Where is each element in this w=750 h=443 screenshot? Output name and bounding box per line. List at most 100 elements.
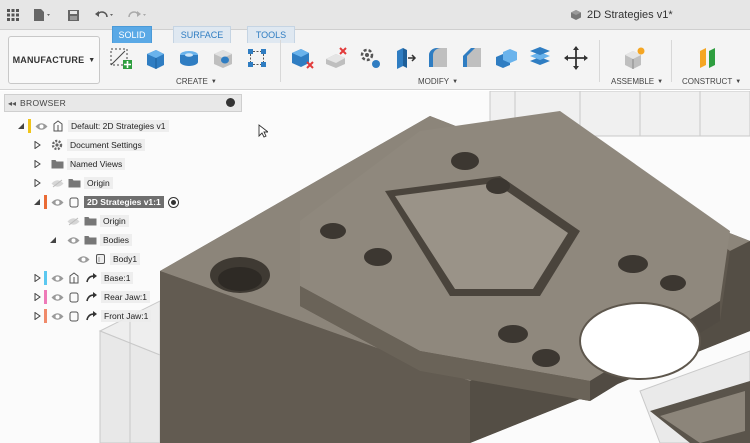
eye-icon[interactable] [50,271,64,285]
offset-plane-icon [700,48,715,68]
tree-item-label: Rear Jaw:1 [101,291,150,303]
link-arrow-icon [84,271,98,285]
combine-button[interactable] [492,44,520,72]
activate-radio-icon[interactable] [167,196,179,208]
tree-item-rear-jaw[interactable]: Rear Jaw:1 [32,288,150,306]
tree-item-bodies[interactable]: Bodies [48,231,132,249]
expanded-triangle-icon[interactable] [16,121,26,131]
color-bar [44,290,47,304]
chevron-down-icon: ▼ [735,78,742,85]
collapsed-triangle-icon[interactable] [32,273,42,283]
tree-item-label: Front Jaw:1 [101,310,152,322]
change-parameters-button[interactable] [356,44,384,72]
eye-icon[interactable] [50,195,64,209]
assemble-group-text: ASSEMBLE [611,77,655,86]
collapsed-triangle-icon[interactable] [32,292,42,302]
workspace-switcher[interactable]: MANUFACTURE ▼ [8,36,100,84]
save-icon[interactable] [64,5,82,25]
ribbon-divider [671,40,672,82]
expanded-triangle-icon[interactable] [48,235,58,245]
chevron-down-icon: ▼ [452,78,459,85]
ribbon-divider [280,40,281,82]
link-arrow-icon [84,290,98,304]
eye-icon[interactable] [50,309,64,323]
chevron-down-icon: ▼ [210,78,217,85]
folder-icon [67,176,81,190]
collapsed-triangle-icon[interactable] [32,140,42,150]
pin-panel-icon[interactable] [226,98,235,107]
extrude-box-button[interactable] [141,44,169,72]
tab-surface[interactable]: SURFACE [173,26,231,43]
hidden-eye-icon[interactable] [50,176,64,190]
press-pull-icon [397,48,417,69]
tree-item-label: Origin [84,177,113,189]
tab-solid[interactable]: SOLID [112,26,152,43]
folder-icon [50,157,64,171]
fillet-button[interactable] [424,44,452,72]
toolbar-ribbon: MANUFACTURE ▼ SOLID SURFACE TOOLS CREATE… [0,26,750,90]
component-icon [67,290,81,304]
component-icon [67,195,81,209]
collapse-panel-icon[interactable]: ◂◂ [8,99,16,108]
press-pull-button[interactable] [390,44,418,72]
browser-title: BROWSER [20,98,67,108]
tree-item-front-jaw[interactable]: Front Jaw:1 [32,307,152,325]
body-icon [93,252,107,266]
construct-group-label[interactable]: CONSTRUCT ▼ [682,77,741,86]
mouse-cursor-icon [258,124,270,140]
color-bar [44,195,47,209]
tree-item-label: Body1 [110,253,141,265]
collapsed-triangle-icon[interactable] [32,159,42,169]
tab-tools[interactable]: TOOLS [247,26,295,43]
tree-item-document-settings[interactable]: Document Settings [32,136,145,154]
shell-button[interactable] [526,44,554,72]
eye-icon[interactable] [76,252,90,266]
hole-button[interactable] [209,44,237,72]
eye-icon[interactable] [66,233,80,247]
create-group-label[interactable]: CREATE ▼ [176,77,217,86]
tree-item-base[interactable]: Base:1 [32,269,134,287]
revolve-button[interactable] [175,44,203,72]
remove-button[interactable] [322,44,350,72]
collapsed-triangle-icon[interactable] [32,178,42,188]
sketch-icon [110,48,132,69]
hidden-eye-icon[interactable] [66,214,80,228]
component-icon [67,309,81,323]
delete-face-button[interactable] [288,44,316,72]
undo-icon[interactable] [92,5,118,25]
tree-item-origin[interactable]: Origin [48,212,129,230]
browser-panel: ◂◂ BROWSER Default: 2D Strategies v1 Doc… [4,94,242,334]
create-sketch-button[interactable] [107,44,135,72]
color-bar [44,309,47,323]
create-group-text: CREATE [176,77,208,86]
chamfer-button[interactable] [458,44,486,72]
eye-icon[interactable] [50,290,64,304]
color-bar [44,271,47,285]
expanded-triangle-icon[interactable] [32,197,42,207]
assemble-group-label[interactable]: ASSEMBLE ▼ [611,77,663,86]
chevron-down-icon: ▼ [88,56,96,64]
component-icon [67,271,81,285]
tree-item-origin[interactable]: Origin [32,174,113,192]
construct-group-text: CONSTRUCT [682,77,733,86]
pattern-button[interactable] [243,44,271,72]
move-copy-button[interactable] [562,44,590,72]
tree-item-label: 2D Strategies v1:1 [84,196,164,208]
eye-icon[interactable] [34,119,48,133]
tree-item-root[interactable]: Default: 2D Strategies v1 [16,117,169,135]
document-cube-icon [571,10,581,20]
file-menu-icon[interactable] [30,5,54,25]
delete-face-icon [292,49,314,69]
tree-item-2d-strategies-instance[interactable]: 2D Strategies v1:1 [32,193,179,211]
shell-icon [530,47,550,65]
tree-item-label: Document Settings [67,139,145,151]
modify-group-label[interactable]: MODIFY ▼ [418,77,458,86]
collapsed-triangle-icon[interactable] [32,311,42,321]
tree-item-named-views[interactable]: Named Views [32,155,126,173]
apps-grid-icon[interactable] [4,5,22,25]
redo-icon[interactable] [124,5,150,25]
offset-plane-button[interactable] [694,44,722,72]
fillet-icon [429,48,447,67]
new-component-button[interactable] [620,44,648,72]
tree-item-body1[interactable]: Body1 [76,250,141,268]
